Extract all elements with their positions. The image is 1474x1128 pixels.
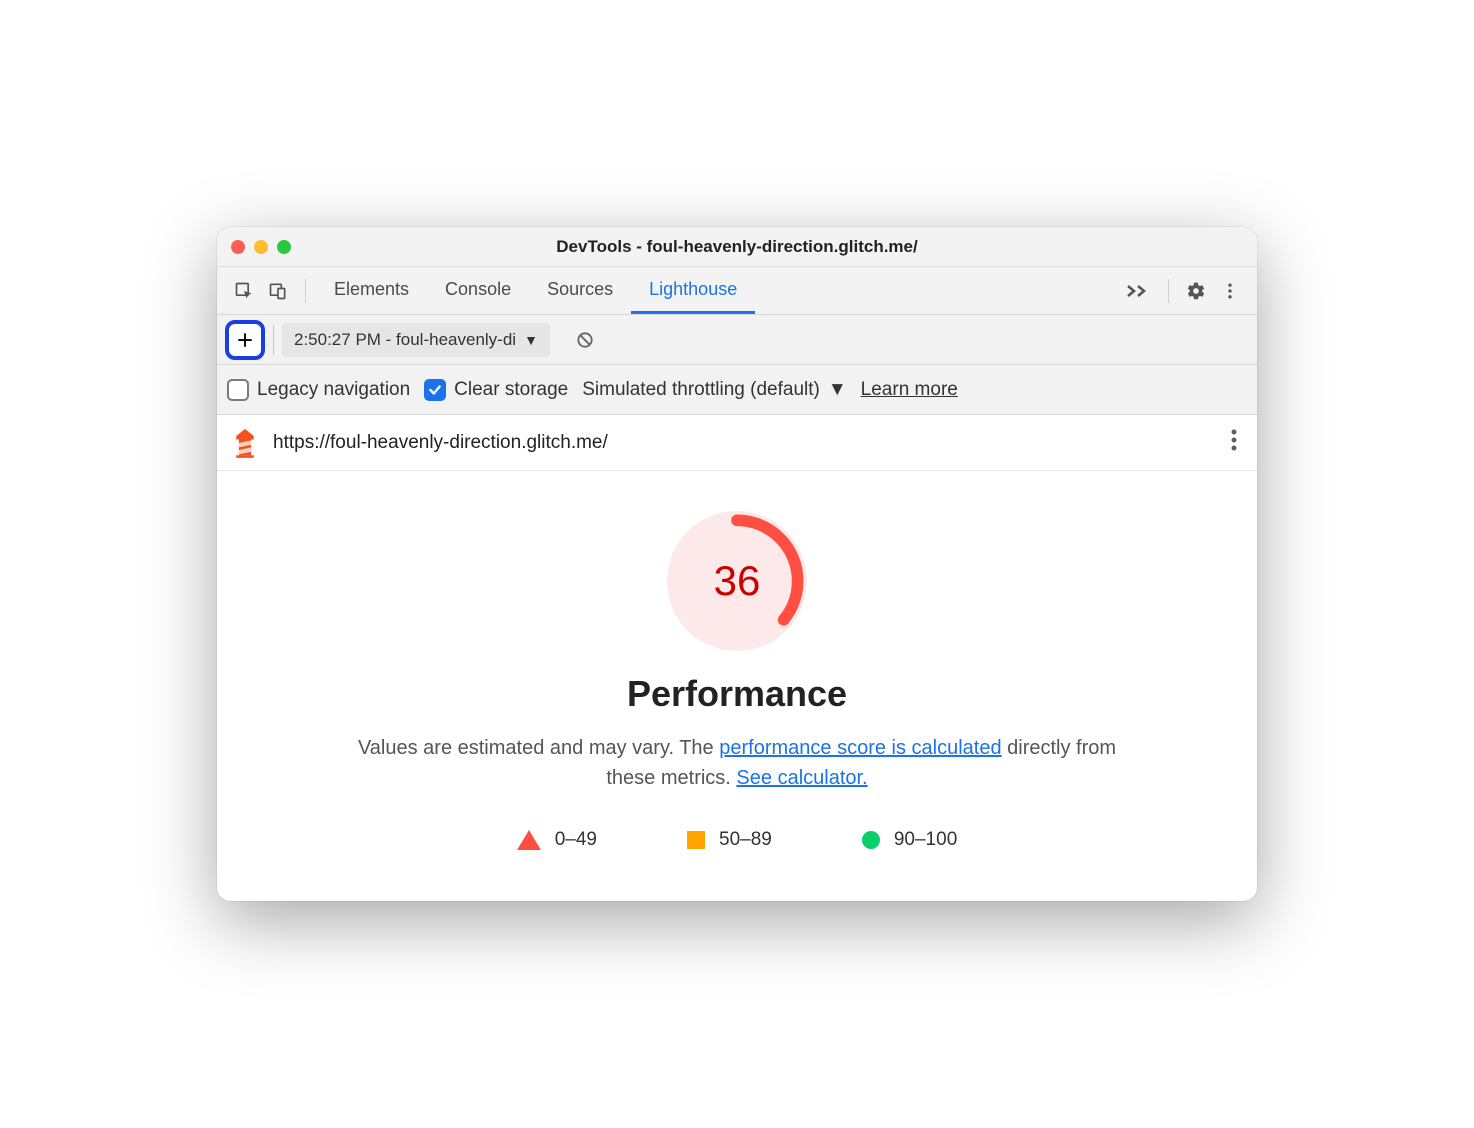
- traffic-lights: [231, 240, 291, 254]
- legend-pass: 90–100: [862, 829, 957, 851]
- clear-storage-label: Clear storage: [454, 379, 568, 401]
- score-calculated-link[interactable]: performance score is calculated: [719, 737, 1001, 759]
- learn-more-link[interactable]: Learn more: [861, 379, 958, 401]
- see-calculator-link[interactable]: See calculator.: [736, 767, 867, 789]
- toolbar-divider: [305, 279, 306, 303]
- performance-score: 36: [667, 511, 807, 651]
- score-legend: 0–49 50–89 90–100: [237, 829, 1237, 851]
- devtools-window: DevTools - foul-heavenly-direction.glitc…: [217, 227, 1257, 901]
- lighthouse-icon: [231, 427, 259, 459]
- window-title: DevTools - foul-heavenly-direction.glitc…: [217, 237, 1257, 257]
- report-header: https://foul-heavenly-direction.glitch.m…: [217, 415, 1257, 471]
- divider: [273, 325, 274, 355]
- close-window-button[interactable]: [231, 240, 245, 254]
- legend-fail: 0–49: [517, 829, 597, 851]
- device-toggle-icon[interactable]: [261, 274, 295, 308]
- tab-lighthouse[interactable]: Lighthouse: [631, 267, 755, 314]
- chevron-down-icon: ▼: [524, 332, 538, 348]
- lighthouse-controls: 2:50:27 PM - foul-heavenly-di ▼: [217, 315, 1257, 365]
- tab-console[interactable]: Console: [427, 267, 529, 314]
- inspect-element-icon[interactable]: [227, 274, 261, 308]
- clear-storage-option[interactable]: Clear storage: [424, 379, 568, 401]
- performance-gauge: 36: [667, 511, 807, 651]
- clear-all-icon[interactable]: [568, 323, 602, 357]
- toolbar-divider: [1168, 279, 1169, 303]
- clear-storage-checkbox[interactable]: [424, 379, 446, 401]
- report-url: https://foul-heavenly-direction.glitch.m…: [273, 432, 1225, 454]
- triangle-icon: [517, 830, 541, 850]
- tab-sources[interactable]: Sources: [529, 267, 631, 314]
- tab-elements[interactable]: Elements: [316, 267, 427, 314]
- legacy-navigation-label: Legacy navigation: [257, 379, 410, 401]
- square-icon: [687, 831, 705, 849]
- settings-icon[interactable]: [1179, 274, 1213, 308]
- more-tabs-icon[interactable]: [1116, 278, 1158, 304]
- devtools-tabs: Elements Console Sources Lighthouse: [316, 267, 1116, 314]
- lighthouse-options: Legacy navigation Clear storage Simulate…: [217, 365, 1257, 415]
- throttling-selector[interactable]: Simulated throttling (default) ▼: [582, 379, 846, 401]
- lighthouse-report: 36 Performance Values are estimated and …: [217, 471, 1257, 901]
- legend-average: 50–89: [687, 829, 772, 851]
- report-menu-icon[interactable]: [1225, 423, 1243, 462]
- titlebar: DevTools - foul-heavenly-direction.glitc…: [217, 227, 1257, 267]
- performance-title: Performance: [237, 673, 1237, 715]
- legacy-navigation-option[interactable]: Legacy navigation: [227, 379, 410, 401]
- circle-icon: [862, 831, 880, 849]
- kebab-menu-icon[interactable]: [1213, 274, 1247, 308]
- chevron-down-icon: ▼: [828, 379, 847, 401]
- report-selector-label: 2:50:27 PM - foul-heavenly-di: [294, 330, 516, 350]
- maximize-window-button[interactable]: [277, 240, 291, 254]
- legacy-navigation-checkbox[interactable]: [227, 379, 249, 401]
- throttling-label: Simulated throttling (default): [582, 379, 820, 401]
- performance-description: Values are estimated and may vary. The p…: [347, 733, 1127, 793]
- devtools-toolbar: Elements Console Sources Lighthouse: [217, 267, 1257, 315]
- report-selector[interactable]: 2:50:27 PM - foul-heavenly-di ▼: [282, 323, 550, 357]
- minimize-window-button[interactable]: [254, 240, 268, 254]
- new-report-button[interactable]: [225, 320, 265, 360]
